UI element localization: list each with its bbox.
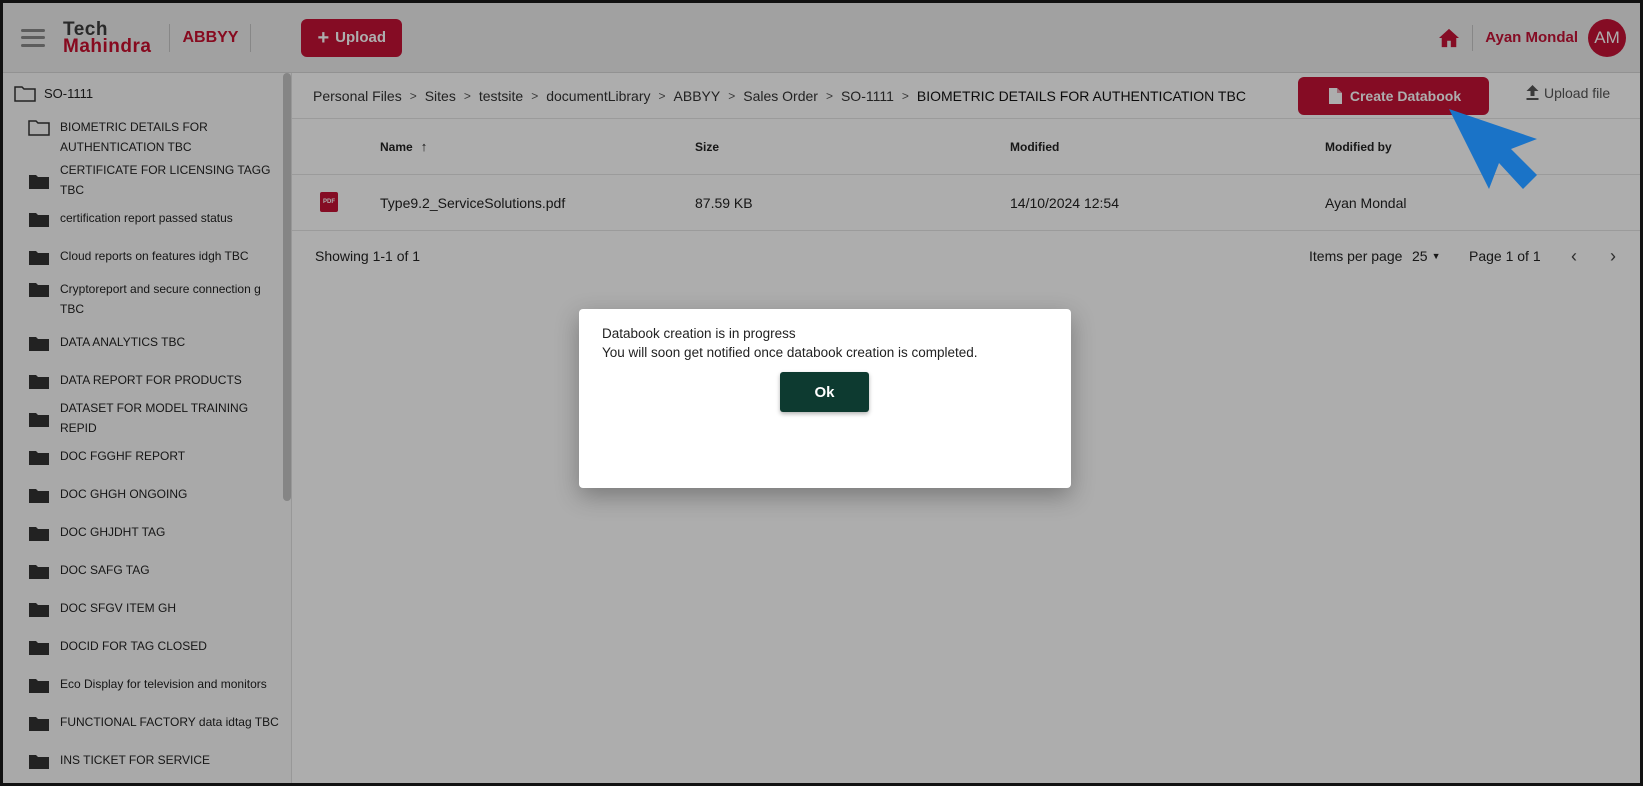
ok-button[interactable]: Ok xyxy=(780,372,869,412)
app-window: Tech Mahindra ABBYY + Upload Ayan Mondal… xyxy=(0,0,1643,786)
dialog-message-title: Databook creation is in progress xyxy=(602,326,796,341)
databook-progress-dialog: Databook creation is in progress You wil… xyxy=(579,309,1071,488)
dialog-message-body: You will soon get notified once databook… xyxy=(602,345,978,360)
pointer-arrow-icon xyxy=(1449,109,1537,189)
